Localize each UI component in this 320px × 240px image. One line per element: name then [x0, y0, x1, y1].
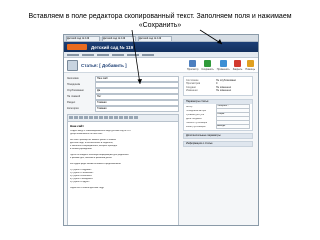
- metadata-panel-header[interactable]: Информация о статье: [184, 141, 252, 146]
- site-header: Детский сад № 119: [64, 42, 258, 52]
- menu-item[interactable]: [97, 53, 109, 56]
- param-key: Дата создания: [186, 117, 202, 120]
- instruction-caption: Вставляем в поле редактора скопированный…: [0, 0, 320, 30]
- editor-link-icon[interactable]: [119, 116, 123, 119]
- menu-item[interactable]: [82, 53, 94, 56]
- editor-numbered-list-icon[interactable]: [114, 116, 118, 119]
- menu-item[interactable]: [142, 53, 154, 56]
- field-label: Псевдоним: [67, 83, 81, 86]
- article-params-panel: Параметры статьи Автор - Выбрать - Псевдо…: [183, 98, 253, 131]
- joomla-logo: [67, 44, 87, 50]
- info-value: Не изменено: [216, 89, 232, 93]
- section-field: Раздел Главная: [67, 99, 179, 106]
- editor-bold-icon[interactable]: [69, 116, 73, 119]
- cms-screenshot: Детский сад № 119 Детский сад № 119 Детс…: [63, 34, 259, 226]
- editor-redo-icon[interactable]: [134, 116, 138, 119]
- sidebar: Состояние Не опубликовано Просмотров 0 Соз…: [183, 76, 253, 225]
- param-key: Псевдоним автора: [186, 109, 206, 112]
- param-input[interactable]: Никогда: [216, 124, 250, 130]
- caption-line-2: «Сохранить»: [138, 22, 182, 29]
- editor-image-icon[interactable]: [124, 116, 128, 119]
- frontpage-field: На главной Нет: [67, 93, 179, 100]
- preview-label: Просмотр: [186, 67, 199, 71]
- field-label: Опубликовано: [67, 89, 84, 92]
- editor-align-right-icon[interactable]: [99, 116, 103, 119]
- metadata-panel: Информация о статье: [183, 140, 253, 147]
- help-icon: [246, 59, 254, 67]
- close-button[interactable]: Закрыть: [232, 59, 243, 71]
- page-title-bar: Статья: [ Добавить ] Просмотр Сохранить …: [64, 58, 258, 73]
- info-row: Изменено Не изменено: [186, 89, 250, 92]
- save-icon: [204, 59, 212, 67]
- edit-area: Заголовок Наш сайт Псевдоним Опубликован…: [64, 73, 258, 225]
- editor-toolbar: [67, 114, 179, 122]
- menu-item[interactable]: [112, 53, 124, 56]
- save-button[interactable]: Сохранить: [201, 59, 214, 71]
- field-label: Категория: [67, 107, 79, 110]
- field-label: На главной: [67, 95, 81, 98]
- advanced-params-panel: Дополнительные параметры: [183, 132, 253, 139]
- published-field: Опубликовано Да: [67, 87, 179, 94]
- close-label: Закрыть: [232, 67, 243, 71]
- param-key: Начало публикации: [186, 121, 208, 124]
- category-field: Категория Главная: [67, 105, 179, 112]
- preview-icon: [189, 59, 197, 67]
- param-key: Уровень доступа: [186, 113, 204, 116]
- save-label: Сохранить: [201, 67, 214, 71]
- article-icon: [67, 59, 78, 71]
- toolbar: Просмотр Сохранить Применить Закрыть Пом…: [186, 59, 255, 71]
- site-name: Детский сад № 119: [91, 44, 134, 50]
- editor-list-icon[interactable]: [109, 116, 113, 119]
- preview-button[interactable]: Просмотр: [186, 59, 199, 71]
- browser-tab-bar: Детский сад № 119 Детский сад № 119 Детс…: [64, 35, 258, 42]
- article-status-box: Состояние Не опубликовано Просмотров 0 Соз…: [183, 76, 253, 96]
- editor-strike-icon[interactable]: [84, 116, 88, 119]
- caption-line-1: Вставляем в поле редактора скопированный…: [28, 13, 292, 20]
- alias-field: Псевдоним: [67, 81, 179, 88]
- field-label: Раздел: [67, 101, 76, 104]
- editor-line: Ждём вас в нашем детском саду!: [70, 187, 105, 189]
- menu-item[interactable]: [127, 53, 139, 56]
- category-select[interactable]: Главная: [95, 105, 179, 112]
- browser-tab[interactable]: Детский сад № 119: [102, 35, 136, 41]
- editor-content[interactable]: Наш сайт Раздел МБДОУ комбинированного в…: [67, 122, 179, 225]
- param-key: Автор: [186, 105, 193, 108]
- field-label: Заголовок: [67, 77, 79, 80]
- editor-undo-icon[interactable]: [129, 116, 133, 119]
- close-icon: [234, 59, 242, 67]
- title-field: Заголовок Наш сайт: [67, 75, 179, 82]
- editor-underline-icon[interactable]: [79, 116, 83, 119]
- editor-align-center-icon[interactable]: [94, 116, 98, 119]
- menu-item[interactable]: [67, 53, 79, 56]
- apply-button[interactable]: Применить: [216, 59, 230, 71]
- editor-text: Раздел МБДОУ комбинированного вида Детск…: [70, 130, 176, 190]
- params-panel-body: Автор - Выбрать - Псевдоним автора Уровен…: [184, 103, 252, 130]
- apply-label: Применить: [216, 67, 230, 71]
- help-label: Помощь: [245, 67, 255, 71]
- article-form: Заголовок Наш сайт Псевдоним Опубликован…: [67, 75, 179, 225]
- editor-align-left-icon[interactable]: [89, 116, 93, 119]
- param-key: Конец публикации: [186, 125, 206, 128]
- browser-tab[interactable]: Детский сад № 119: [138, 35, 172, 41]
- advanced-panel-header[interactable]: Дополнительные параметры: [184, 133, 252, 138]
- editor-justify-icon[interactable]: [104, 116, 108, 119]
- help-button[interactable]: Помощь: [245, 59, 255, 71]
- browser-tab[interactable]: Детский сад № 119: [66, 35, 100, 41]
- editor-italic-icon[interactable]: [74, 116, 78, 119]
- param-row: Конец публикации Никогда: [186, 124, 250, 130]
- page-title: Статья: [ Добавить ]: [81, 62, 127, 68]
- editor-heading: Наш сайт: [70, 124, 84, 128]
- apply-icon: [219, 59, 227, 67]
- info-key: Изменено: [186, 89, 198, 93]
